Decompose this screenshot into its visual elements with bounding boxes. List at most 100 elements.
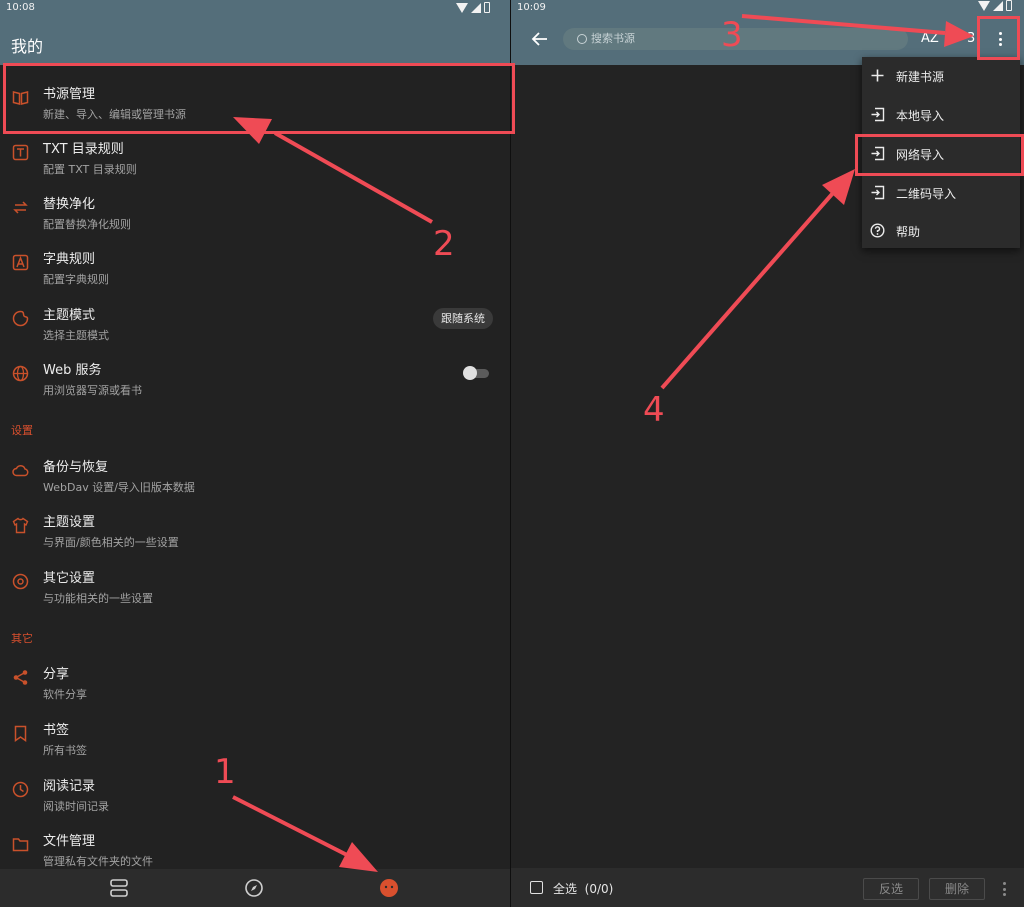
status-time: 10:08 [6, 2, 35, 13]
import-icon [871, 146, 885, 161]
item-title: 字典规则 [43, 252, 96, 267]
item-title: 文件管理 [43, 834, 96, 849]
swap-icon [13, 201, 28, 214]
settings-icon [12, 573, 29, 590]
menu-item-theme-settings[interactable]: 主题设置 与界面/颜色相关的一些设置 [0, 501, 510, 556]
menu-item-share[interactable]: 分享 软件分享 [0, 653, 510, 708]
invert-selection-button[interactable]: 反选 [863, 878, 919, 900]
menu-item-book-source[interactable]: 书源管理 新建、导入、编辑或管理书源 [0, 73, 510, 128]
item-subtitle: 阅读时间记录 [43, 800, 109, 813]
item-title: 主题模式 [43, 308, 96, 323]
battery-icon [1006, 0, 1012, 11]
book-open-icon [12, 91, 29, 105]
menu-new-source[interactable]: 新建书源 [862, 57, 1020, 95]
search-input[interactable]: 搜索书源 [563, 28, 908, 50]
item-subtitle: 配置 TXT 目录规则 [43, 163, 137, 176]
menu-item-web-service[interactable]: Web 服务 用浏览器写源或看书 [0, 349, 510, 404]
menu-item-label: 帮助 [896, 225, 921, 239]
signal-icon [993, 0, 1003, 11]
folder-icon [12, 838, 29, 852]
item-subtitle: 配置替换净化规则 [43, 218, 131, 231]
menu-item-label: 网络导入 [896, 148, 945, 162]
item-subtitle: 新建、导入、编辑或管理书源 [43, 108, 186, 121]
menu-item-label: 本地导入 [896, 109, 945, 123]
app-bar: 10:08 我的 [0, 0, 510, 65]
cloud-icon [12, 464, 29, 477]
web-service-toggle[interactable] [463, 366, 489, 380]
left-screen: 10:08 我的 书源管理 新建、导入、编辑或管理书源 TXT 目录规则 配置 … [0, 0, 510, 907]
item-subtitle: 选择主题模式 [43, 329, 109, 342]
import-icon [871, 107, 885, 122]
more-options-button[interactable] [989, 27, 1011, 51]
search-placeholder: 搜索书源 [591, 32, 635, 45]
item-title: 阅读记录 [43, 779, 96, 794]
item-subtitle: 用浏览器写源或看书 [43, 384, 142, 397]
item-title: 替换净化 [43, 197, 96, 212]
bookshelf-icon[interactable] [108, 877, 130, 899]
sort-button[interactable]: AZ [921, 31, 939, 46]
status-bar: 10:09 [511, 0, 1024, 17]
bottom-action-bar: 全选 (0/0) 反选 删除 [511, 868, 1024, 907]
back-arrow-icon[interactable] [529, 29, 551, 49]
dictionary-icon [12, 254, 29, 271]
help-icon [870, 223, 885, 238]
delete-button[interactable]: 删除 [929, 878, 985, 900]
select-all-label[interactable]: 全选 (0/0) [553, 880, 613, 897]
menu-help[interactable]: 帮助 [862, 212, 1020, 250]
item-title: 其它设置 [43, 571, 96, 586]
clock-icon [12, 781, 29, 798]
app-bar: 10:09 搜索书源 AZ 3 [511, 0, 1024, 65]
menu-item-backup[interactable]: 备份与恢复 WebDav 设置/导入旧版本数据 [0, 446, 510, 501]
text-box-icon [12, 144, 29, 161]
item-title: 书签 [43, 723, 70, 738]
battery-icon [484, 2, 490, 13]
item-title: TXT 目录规则 [43, 142, 124, 157]
signal-icon [471, 2, 481, 13]
select-all-text: 全选 [553, 882, 578, 896]
bottom-navigation [0, 869, 510, 907]
menu-item-txt-rules[interactable]: TXT 目录规则 配置 TXT 目录规则 [0, 128, 510, 183]
item-title: 书源管理 [43, 87, 96, 102]
select-all-checkbox[interactable] [530, 881, 543, 894]
theme-mode-chip[interactable]: 跟随系统 [433, 308, 493, 329]
item-title: 备份与恢复 [43, 460, 109, 475]
menu-item-other-settings[interactable]: 其它设置 与功能相关的一些设置 [0, 557, 510, 612]
overflow-menu: 新建书源 本地导入 网络导入 二维码导入 帮助 [862, 57, 1020, 248]
section-settings: 设置 [11, 424, 33, 437]
item-title: Web 服务 [43, 363, 102, 378]
item-subtitle: WebDav 设置/导入旧版本数据 [43, 481, 195, 494]
menu-item-dictionary[interactable]: 字典规则 配置字典规则 [0, 238, 510, 293]
item-title: 分享 [43, 667, 70, 682]
status-bar: 10:08 [0, 0, 510, 17]
menu-item-label: 新建书源 [896, 70, 945, 84]
selection-count: (0/0) [584, 882, 614, 896]
menu-item-read-record[interactable]: 阅读记录 阅读时间记录 [0, 765, 510, 820]
profile-icon[interactable] [378, 877, 400, 899]
menu-item-file-manager[interactable]: 文件管理 管理私有文件夹的文件 [0, 820, 510, 875]
menu-item-replace[interactable]: 替换净化 配置替换净化规则 [0, 183, 510, 238]
wifi-icon [456, 2, 468, 13]
menu-network-import[interactable]: 网络导入 [862, 135, 1020, 173]
item-subtitle: 所有书签 [43, 744, 87, 757]
plus-icon [871, 69, 884, 82]
shirt-icon [12, 517, 29, 534]
bookmark-icon [14, 725, 27, 742]
item-subtitle: 与功能相关的一些设置 [43, 592, 153, 605]
theme-icon [12, 310, 29, 327]
page-title: 我的 [11, 37, 44, 56]
status-time: 10:09 [517, 2, 546, 13]
search-icon [577, 34, 587, 44]
globe-icon [12, 365, 29, 382]
item-subtitle: 管理私有文件夹的文件 [43, 855, 153, 868]
item-title: 主题设置 [43, 515, 96, 530]
compass-icon[interactable] [243, 877, 265, 899]
bottom-more-button[interactable] [1000, 879, 1010, 899]
menu-local-import[interactable]: 本地导入 [862, 96, 1020, 134]
group-button[interactable]: 3 [967, 31, 975, 46]
menu-qrcode-import[interactable]: 二维码导入 [862, 174, 1020, 212]
menu-item-bookmarks[interactable]: 书签 所有书签 [0, 709, 510, 764]
menu-item-label: 二维码导入 [896, 187, 957, 201]
item-subtitle: 软件分享 [43, 688, 87, 701]
import-icon [871, 185, 885, 200]
item-subtitle: 配置字典规则 [43, 273, 109, 286]
